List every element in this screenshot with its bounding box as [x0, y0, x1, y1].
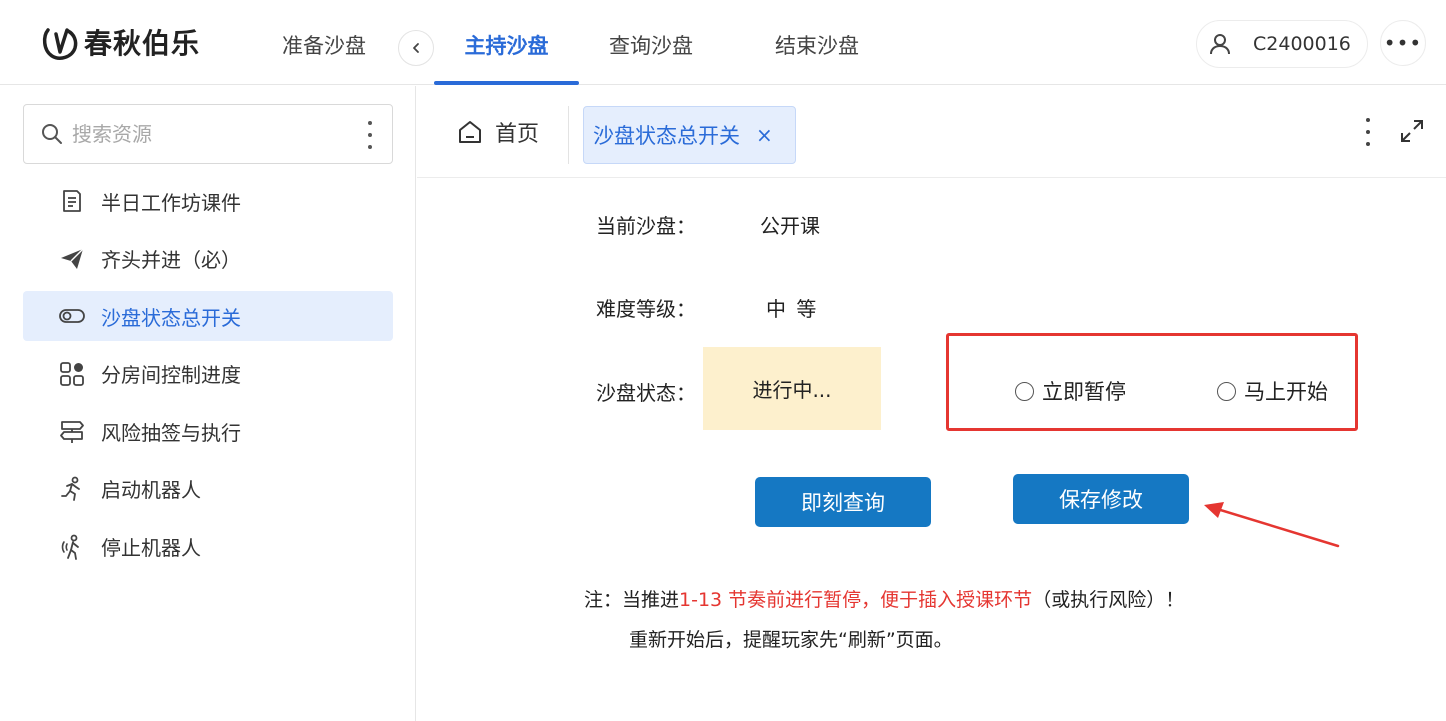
- note-suffix: （或执行风险）！: [1032, 589, 1185, 611]
- radio-circle[interactable]: [1217, 381, 1236, 401]
- note-text: 注：当推进1-13 节奏前进行暂停，便于插入授课环节（或执行风险）！ 重新开始后…: [584, 580, 1184, 660]
- search-input[interactable]: [72, 122, 342, 146]
- current-sandbox-label: 当前沙盘：: [596, 214, 696, 238]
- tab-divider: [568, 106, 569, 164]
- signpost-icon: [60, 421, 84, 444]
- sidebar-item-label: 半日工作坊课件: [101, 190, 241, 215]
- brand-name: 春秋伯乐: [84, 27, 201, 60]
- main-nav: 准备沙盘 主持沙盘 查询沙盘 结束沙盘: [258, 0, 919, 85]
- search-box: [23, 104, 393, 164]
- note-line-2: 重新开始后，提醒玩家先“刷新”页面。: [629, 629, 953, 651]
- status-badge: 进行中...: [703, 347, 881, 430]
- note-highlight: 1-13 节奏前进行暂停，便于插入授课环节: [679, 589, 1033, 611]
- tab-label: 沙盘状态总开关: [593, 124, 740, 148]
- walking-person-icon: [61, 534, 79, 560]
- search-more-icon[interactable]: [360, 121, 380, 149]
- sidebar-item-label: 启动机器人: [101, 478, 201, 503]
- logo-icon: [42, 28, 78, 60]
- chevron-left-icon: [413, 43, 419, 53]
- radio-pause-label: 立即暂停: [1042, 380, 1126, 404]
- sidebar-item-courseware[interactable]: 半日工作坊课件: [23, 176, 393, 226]
- close-icon[interactable]: ×: [756, 123, 773, 147]
- radio-start-label: 马上开始: [1244, 380, 1328, 404]
- save-button[interactable]: 保存修改: [1013, 474, 1189, 524]
- more-options-button[interactable]: •••: [1380, 20, 1426, 66]
- sidebar-item-label: 齐头并进（必）: [101, 248, 241, 273]
- toggle-icon: [59, 309, 85, 324]
- difficulty-label: 难度等级：: [596, 297, 696, 321]
- nav-query[interactable]: 查询沙盘: [589, 0, 754, 85]
- grid-apps-icon: [60, 361, 84, 386]
- status-label: 沙盘状态：: [596, 381, 696, 405]
- current-sandbox-value: 公开课: [760, 214, 820, 238]
- tab-home[interactable]: 首页: [457, 116, 539, 148]
- tabs-more-icon[interactable]: [1363, 118, 1373, 146]
- annotation-arrow-icon: [1204, 502, 1340, 548]
- tabs-bar: 首页 沙盘状态总开关 ×: [417, 86, 1446, 178]
- nav-host[interactable]: 主持沙盘: [424, 0, 589, 85]
- radio-start[interactable]: 马上开始: [1217, 376, 1328, 406]
- query-button[interactable]: 即刻查询: [755, 477, 931, 527]
- sidebar-item-start-robot[interactable]: 启动机器人: [23, 464, 393, 514]
- sidebar-item-label: 沙盘状态总开关: [101, 305, 241, 330]
- sidebar: 半日工作坊课件 齐头并进（必） 沙盘状态总开关 分房间控制进度: [0, 86, 416, 721]
- sidebar-item-label: 分房间控制进度: [101, 363, 241, 388]
- brand-logo[interactable]: 春秋伯乐: [40, 22, 200, 62]
- sidebar-item-risk-draw[interactable]: 风险抽签与执行: [23, 406, 393, 456]
- sidebar-item-advance[interactable]: 齐头并进（必）: [23, 234, 393, 284]
- running-person-icon: [61, 476, 80, 501]
- note-prefix: 注：当推进: [584, 589, 680, 611]
- sidebar-item-room-control[interactable]: 分房间控制进度: [23, 349, 393, 399]
- user-menu[interactable]: C2400016: [1196, 20, 1368, 68]
- home-icon: [459, 121, 481, 143]
- fullscreen-icon[interactable]: [1399, 118, 1425, 144]
- search-icon: [42, 124, 62, 144]
- note-line-1: 注：当推进1-13 节奏前进行暂停，便于插入授课环节（或执行风险）！: [584, 580, 1184, 620]
- sidebar-item-stop-robot[interactable]: 停止机器人: [23, 522, 393, 572]
- sidebar-collapse-button[interactable]: [398, 30, 434, 66]
- sidebar-item-label: 风险抽签与执行: [101, 420, 241, 445]
- nav-end[interactable]: 结束沙盘: [754, 0, 919, 85]
- difficulty-value: 中 等: [766, 297, 817, 321]
- paper-plane-icon: [61, 248, 84, 269]
- user-icon: [1210, 34, 1230, 55]
- sidebar-menu: 半日工作坊课件 齐头并进（必） 沙盘状态总开关 分房间控制进度 风险抽签与执行 …: [23, 176, 393, 579]
- tab-home-label: 首页: [495, 122, 540, 147]
- document-icon: [63, 190, 81, 212]
- sidebar-item-master-switch[interactable]: 沙盘状态总开关: [23, 291, 393, 342]
- user-id: C2400016: [1253, 33, 1351, 55]
- sidebar-item-label: 停止机器人: [101, 536, 201, 561]
- tab-master-switch[interactable]: 沙盘状态总开关 ×: [583, 106, 796, 164]
- radio-pause[interactable]: 立即暂停: [1015, 376, 1126, 406]
- radio-circle[interactable]: [1015, 381, 1034, 401]
- top-bar: 春秋伯乐 准备沙盘 主持沙盘 查询沙盘 结束沙盘 C2400016 •••: [0, 0, 1446, 85]
